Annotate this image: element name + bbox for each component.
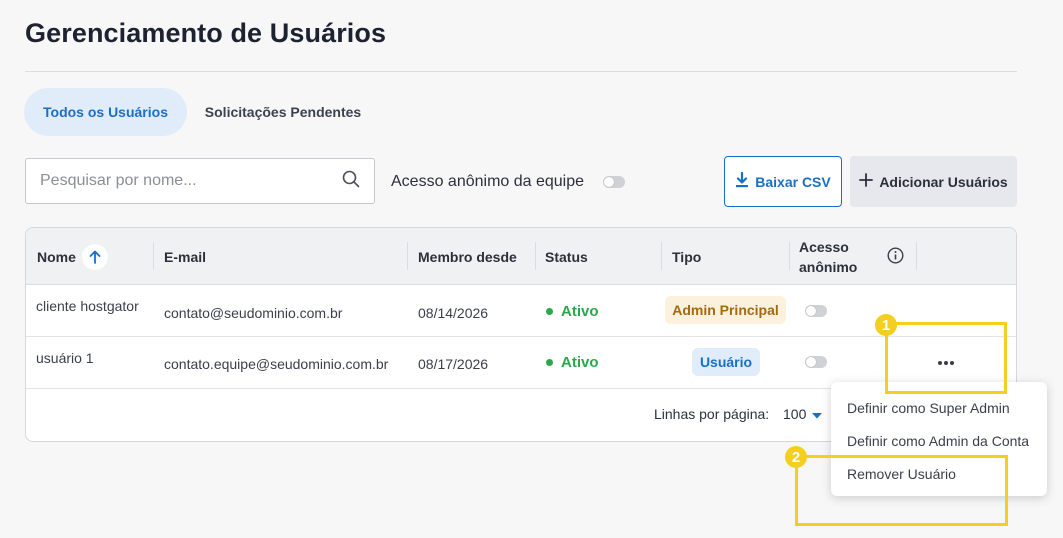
tab-all-users[interactable]: Todos os Usuários — [24, 88, 187, 136]
header-email: E-mail — [164, 248, 207, 265]
status-badge: Ativo — [546, 354, 599, 371]
header-status: Status — [545, 248, 588, 265]
download-csv-label: Baixar CSV — [755, 173, 831, 190]
anon-team-label: Acesso anônimo da equipe — [391, 173, 585, 190]
member-since: 08/14/2026 — [418, 305, 489, 321]
anon-access-toggle[interactable] — [805, 356, 827, 368]
member-since: 08/17/2026 — [418, 356, 489, 372]
type-badge: Admin Principal — [665, 296, 786, 324]
table-row: cliente hostgator contato@seudominio.com… — [26, 285, 1016, 337]
user-email: contato@seudominio.com.br — [164, 305, 343, 321]
user-name: usuário 1 — [36, 350, 94, 366]
search-icon[interactable] — [342, 170, 360, 193]
menu-item-set-account-admin[interactable]: Definir como Admin da Conta — [847, 433, 1029, 449]
rows-per-page-label: Linhas por página: — [654, 406, 770, 422]
rows-per-page-select[interactable]: 100 — [783, 406, 823, 422]
user-email: contato.equipe@seudominio.com.br — [164, 356, 389, 372]
anon-access-toggle[interactable] — [805, 305, 827, 317]
step-marker-2: 2 — [785, 446, 807, 468]
tab-pending-requests[interactable]: Solicitações Pendentes — [190, 88, 376, 136]
add-users-label: Adicionar Usuários — [879, 173, 1008, 190]
anon-team-toggle[interactable] — [603, 176, 625, 188]
search-box[interactable] — [25, 158, 375, 204]
chevron-down-icon — [812, 406, 823, 422]
sort-ascending-icon[interactable] — [81, 243, 108, 270]
page-title: Gerenciamento de Usuários — [25, 18, 387, 48]
download-icon — [735, 171, 749, 191]
plus-icon — [859, 173, 874, 190]
header-name[interactable]: Nome — [37, 228, 108, 285]
table-header: Nome E-mail Membro desde Status Tipo Ace… — [26, 228, 1016, 285]
status-badge: Ativo — [546, 303, 599, 320]
highlight-box-2 — [795, 455, 1008, 526]
search-input[interactable] — [40, 172, 342, 190]
header-type: Tipo — [672, 248, 702, 265]
user-name: cliente hostgator — [36, 298, 139, 314]
title-divider — [25, 71, 1017, 72]
header-member-since: Membro desde — [418, 248, 517, 265]
header-anon-access: Acesso anônimo — [799, 238, 858, 275]
download-csv-button[interactable]: Baixar CSV — [724, 156, 842, 207]
add-users-button[interactable]: Adicionar Usuários — [850, 156, 1017, 207]
menu-item-set-super-admin[interactable]: Definir como Super Admin — [847, 400, 1010, 416]
info-icon[interactable] — [887, 247, 904, 269]
step-marker-1: 1 — [875, 314, 897, 336]
type-badge: Usuário — [692, 348, 760, 376]
highlight-box-1 — [885, 322, 1007, 394]
